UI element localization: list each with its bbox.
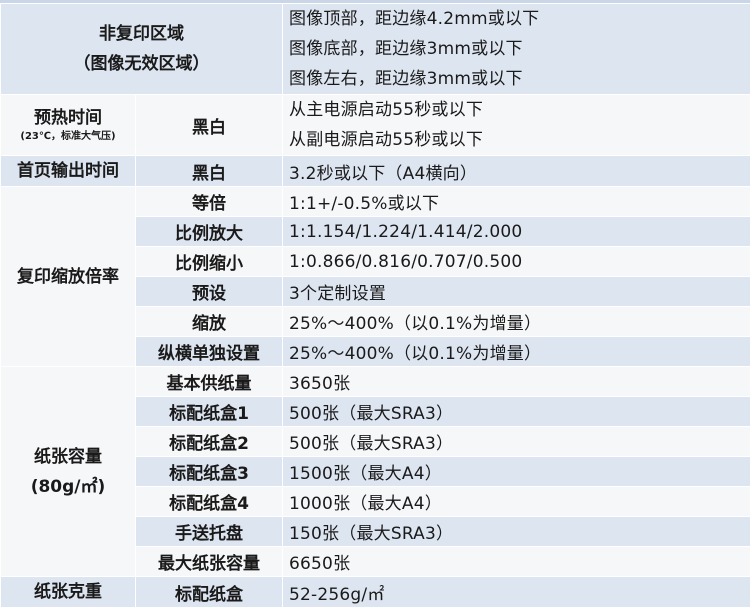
value-line: 图像底部，距边缘3mm或以下 (289, 34, 750, 64)
category-paper-capacity: 纸张容量 (80g/㎡) (1, 367, 136, 577)
category-label: 纸张容量 (1, 442, 135, 472)
value-cell: 25%～400%（以0.1%为增量） (283, 307, 750, 337)
value-cell: 500张（最大SRA3） (283, 397, 750, 427)
category-warmup-time: 预热时间 (23℃，标准大气压) (1, 95, 136, 156)
value-cell: 3个定制设置 (283, 277, 750, 307)
table-row: 复印缩放倍率 等倍 1:1+/-0.5%或以下 (1, 187, 750, 217)
category-first-copy-time: 首页输出时间 (1, 156, 136, 187)
table-row: 非复印区域 （图像无效区域） 图像顶部，距边缘4.2mm或以下 图像底部，距边缘… (1, 4, 750, 95)
category-label-secondary: （图像无效区域） (1, 49, 282, 79)
value-cell: 1000张（最大A4） (283, 487, 750, 517)
category-label: 预热时间 (1, 106, 135, 130)
sub-label-cell: 最大纸张容量 (136, 547, 283, 577)
sub-label-cell: 缩放 (136, 307, 283, 337)
sub-label-cell: 基本供纸量 (136, 367, 283, 397)
sub-label-cell: 标配纸盒 (136, 577, 283, 608)
sub-label-cell: 比例缩小 (136, 247, 283, 277)
value-cell: 1500张（最大A4） (283, 457, 750, 487)
value-cell: 25%～400%（以0.1%为增量） (283, 337, 750, 367)
category-zoom-ratio: 复印缩放倍率 (1, 187, 136, 367)
value-cell: 图像顶部，距边缘4.2mm或以下 图像底部，距边缘3mm或以下 图像左右，距边缘… (283, 4, 750, 95)
sub-label-cell: 手送托盘 (136, 517, 283, 547)
sub-label-cell: 标配纸盒4 (136, 487, 283, 517)
category-note: (23℃，标准大气压) (1, 130, 135, 144)
category-label: 非复印区域 (1, 19, 282, 49)
value-cell: 从主电源启动55秒或以下 从副电源启动55秒或以下 (283, 95, 750, 156)
value-cell: 3650张 (283, 367, 750, 397)
value-cell: 6650张 (283, 547, 750, 577)
sub-label-cell: 黑白 (136, 156, 283, 187)
sub-label-cell: 纵横单独设置 (136, 337, 283, 367)
value-cell: 500张（最大SRA3） (283, 427, 750, 457)
value-cell: 1:0.866/0.816/0.707/0.500 (283, 247, 750, 277)
value-cell: 3.2秒或以下（A4横向） (283, 156, 750, 187)
sub-label-cell: 标配纸盒1 (136, 397, 283, 427)
value-line: 图像顶部，距边缘4.2mm或以下 (289, 4, 750, 34)
value-line: 从主电源启动55秒或以下 (289, 95, 750, 125)
sub-label-cell: 比例放大 (136, 217, 283, 247)
value-cell: 1:1.154/1.224/1.414/2.000 (283, 217, 750, 247)
category-label-secondary: (80g/㎡) (1, 472, 135, 502)
sub-label-cell: 等倍 (136, 187, 283, 217)
category-paper-weight: 纸张克重 (1, 577, 136, 608)
value-cell: 150张（最大SRA3） (283, 517, 750, 547)
sub-label-cell: 预设 (136, 277, 283, 307)
value-line: 从副电源启动55秒或以下 (289, 125, 750, 155)
value-cell: 1:1+/-0.5%或以下 (283, 187, 750, 217)
table-row: 纸张容量 (80g/㎡) 基本供纸量 3650张 (1, 367, 750, 397)
sub-label-cell: 标配纸盒2 (136, 427, 283, 457)
spec-table: 非复印区域 （图像无效区域） 图像顶部，距边缘4.2mm或以下 图像底部，距边缘… (0, 3, 750, 608)
table-row: 预热时间 (23℃，标准大气压) 黑白 从主电源启动55秒或以下 从副电源启动5… (1, 95, 750, 156)
category-non-copy-area: 非复印区域 （图像无效区域） (1, 4, 283, 95)
value-cell: 52-256g/㎡ (283, 577, 750, 608)
value-line: 图像左右，距边缘3mm或以下 (289, 64, 750, 94)
table-row: 首页输出时间 黑白 3.2秒或以下（A4横向） (1, 156, 750, 187)
sub-label-cell: 标配纸盒3 (136, 457, 283, 487)
sub-label-cell: 黑白 (136, 95, 283, 156)
table-row: 纸张克重 标配纸盒 52-256g/㎡ (1, 577, 750, 608)
